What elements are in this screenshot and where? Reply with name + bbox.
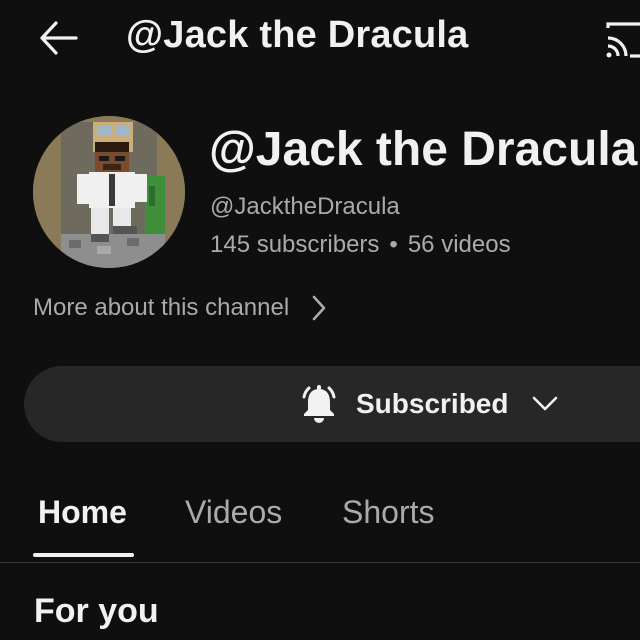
channel-stats: 145 subscribers • 56 videos <box>210 231 511 259</box>
subscribed-button[interactable]: Subscribed <box>24 366 640 442</box>
bell-icon <box>302 385 336 423</box>
cast-button[interactable] <box>600 18 640 62</box>
tab-videos[interactable]: Videos <box>185 494 282 531</box>
more-about-label: More about this channel <box>33 294 290 321</box>
arrow-left-icon <box>40 21 78 55</box>
channel-name: @Jack the Dracula <box>209 123 638 176</box>
more-about-channel-link[interactable]: More about this channel <box>33 290 327 326</box>
active-tab-indicator <box>33 553 134 557</box>
channel-page: @Jack the Dracula @Jack the Dracula @Jac… <box>0 0 640 640</box>
section-title: For you <box>34 592 159 630</box>
chevron-right-icon <box>312 295 326 321</box>
subscriber-count: 145 subscribers <box>210 231 380 258</box>
video-count: 56 videos <box>407 231 511 258</box>
channel-tabs: Home Videos Shorts <box>0 470 640 563</box>
tab-shorts[interactable]: Shorts <box>342 494 434 531</box>
channel-handle: @JacktheDracula <box>210 193 400 220</box>
top-app-bar: @Jack the Dracula <box>0 0 640 78</box>
tab-home[interactable]: Home <box>38 494 127 531</box>
subscribed-button-content: Subscribed <box>298 366 558 442</box>
minecraft-character-avatar <box>33 116 185 268</box>
page-title: @Jack the Dracula <box>126 14 469 56</box>
subscribed-label: Subscribed <box>356 388 509 419</box>
back-button[interactable] <box>34 14 82 62</box>
cast-icon <box>606 22 640 58</box>
stats-separator: • <box>389 231 398 258</box>
channel-avatar[interactable] <box>33 116 185 268</box>
chevron-down-icon <box>533 396 558 411</box>
